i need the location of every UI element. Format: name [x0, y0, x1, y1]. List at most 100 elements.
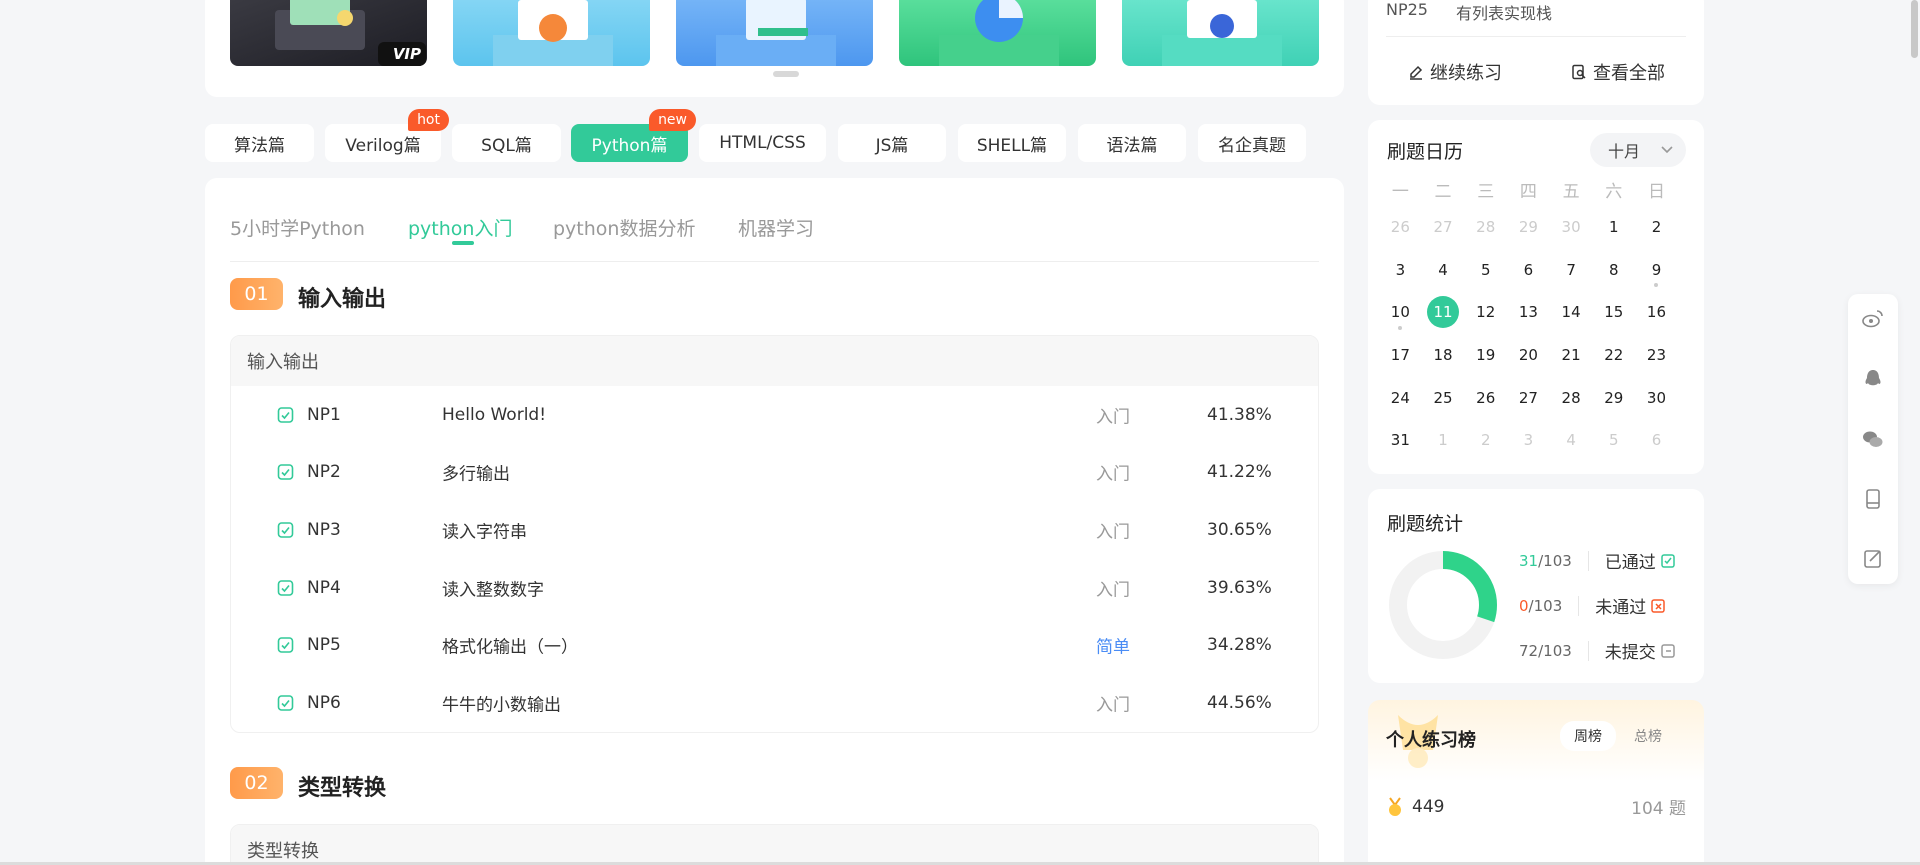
sub-tab-python-data[interactable]: python数据分析 [553, 214, 695, 241]
question-title[interactable]: 读入整数数字 [442, 575, 544, 600]
question-row[interactable]: NP3 读入字符串 入门 30.65% [231, 501, 1318, 559]
calendar-day[interactable]: 4 [1550, 419, 1593, 462]
calendar-day[interactable]: 18 [1422, 334, 1465, 377]
question-row[interactable]: NP4 读入整数数字 入门 39.63% [231, 559, 1318, 617]
rank-title: 个人练习榜 [1386, 730, 1476, 751]
question-row[interactable]: NP6 牛牛的小数输出 入门 44.56% [231, 674, 1318, 732]
calendar-day[interactable]: 28 [1464, 206, 1507, 249]
rank-tab-week[interactable]: 周榜 [1560, 721, 1616, 751]
cat-tab-python[interactable]: Python篇 new [571, 109, 696, 162]
cat-tab-html-css[interactable]: HTML/CSS [699, 124, 826, 162]
cat-tab-shell[interactable]: SHELL篇 [958, 124, 1066, 162]
calendar-day[interactable]: 12 [1464, 291, 1507, 334]
banner-image-3[interactable] [676, 0, 873, 66]
banner-image-1[interactable]: VIP [230, 0, 427, 66]
question-row[interactable]: NP2 多行输出 入门 41.22% [231, 444, 1318, 502]
question-pass-rate: 41.38% [1207, 404, 1272, 425]
question-title[interactable]: 格式化输出（一） [442, 633, 578, 658]
cat-tab-verilog[interactable]: Verilog篇 hot [325, 109, 449, 162]
calendar-day[interactable]: 20 [1507, 334, 1550, 377]
calendar-day[interactable]: 26 [1379, 206, 1422, 249]
question-row[interactable]: NP5 格式化输出（一） 简单 34.28% [231, 616, 1318, 674]
weibo-icon[interactable] [1861, 307, 1885, 331]
question-pass-rate: 39.63% [1207, 577, 1272, 598]
continue-practice-button[interactable]: 继续练习 [1408, 59, 1502, 85]
cat-tab-js[interactable]: JS篇 [838, 124, 946, 162]
calendar-day[interactable]: 23 [1635, 334, 1678, 377]
sub-tab-5h-python[interactable]: 5小时学Python [230, 214, 365, 241]
calendar-day[interactable]: 31 [1379, 419, 1422, 462]
calendar-day[interactable]: 29 [1592, 376, 1635, 419]
scrollbar-track[interactable] [1911, 0, 1920, 865]
calendar-day[interactable]: 1 [1422, 419, 1465, 462]
cat-tab-grammar[interactable]: 语法篇 [1078, 124, 1186, 162]
rank-tab-total[interactable]: 总榜 [1620, 721, 1676, 751]
personal-ranking: 个人练习榜 周榜 总榜 449 104 题 [1368, 700, 1704, 865]
calendar-day[interactable]: 3 [1507, 419, 1550, 462]
calendar-day[interactable]: 30 [1635, 376, 1678, 419]
banner-image-2[interactable] [453, 0, 650, 66]
banner-image-5[interactable] [1122, 0, 1319, 66]
calendar-day[interactable]: 16 [1635, 291, 1678, 334]
question-title[interactable]: 牛牛的小数输出 [442, 690, 561, 715]
sub-tab-ml[interactable]: 机器学习 [738, 214, 814, 241]
weekday-label: 二 [1434, 181, 1452, 202]
question-difficulty: 入门 [1096, 522, 1130, 543]
calendar-day[interactable]: 29 [1507, 206, 1550, 249]
question-difficulty: 入门 [1096, 580, 1130, 601]
mobile-icon[interactable] [1861, 487, 1885, 511]
active-tab-indicator [452, 241, 474, 245]
calendar-day[interactable]: 25 [1422, 376, 1465, 419]
calendar-day[interactable]: 15 [1592, 291, 1635, 334]
group-header: 输入输出 [231, 336, 1318, 386]
failed-label: 未通过 [1595, 598, 1647, 618]
calendar-day[interactable]: 5 [1464, 249, 1507, 292]
calendar-day[interactable]: 4 [1422, 249, 1465, 292]
calendar-day[interactable]: 7 [1550, 249, 1593, 292]
question-title[interactable]: Hello World! [442, 405, 546, 425]
calendar-day[interactable]: 8 [1592, 249, 1635, 292]
calendar-day[interactable]: 24 [1379, 376, 1422, 419]
completed-check-icon [277, 522, 294, 538]
last-question[interactable]: NP25 有列表实现栈 [1386, 0, 1552, 24]
calendar-day[interactable]: 27 [1507, 376, 1550, 419]
question-title[interactable]: 多行输出 [442, 460, 510, 485]
view-all-button[interactable]: 查看全部 [1571, 59, 1665, 85]
qq-icon[interactable] [1861, 367, 1885, 391]
calendar-day[interactable]: 17 [1379, 334, 1422, 377]
calendar-day[interactable]: 3 [1379, 249, 1422, 292]
cat-tab-sql[interactable]: SQL篇 [452, 124, 561, 162]
calendar-day[interactable]: 19 [1464, 334, 1507, 377]
feedback-icon[interactable] [1861, 547, 1885, 571]
calendar-day[interactable]: 21 [1550, 334, 1593, 377]
calendar-day[interactable]: 2 [1464, 419, 1507, 462]
calendar-day[interactable]: 1 [1592, 206, 1635, 249]
calendar-day[interactable]: 27 [1422, 206, 1465, 249]
question-pass-rate: 34.28% [1207, 635, 1272, 656]
cat-tab-algorithm[interactable]: 算法篇 [205, 124, 314, 162]
calendar-day[interactable]: 13 [1507, 291, 1550, 334]
question-title[interactable]: 读入字符串 [442, 517, 527, 542]
calendar-day[interactable]: 6 [1635, 419, 1678, 462]
calendar-day[interactable]: 10 [1379, 291, 1422, 334]
calendar-day[interactable]: 9 [1635, 249, 1678, 292]
banner-image-4[interactable] [899, 0, 1096, 66]
calendar-day[interactable]: 30 [1550, 206, 1593, 249]
month-select[interactable]: 十月 [1590, 133, 1686, 167]
question-row[interactable]: NP1 Hello World! 入门 41.38% [231, 386, 1318, 444]
calendar-day[interactable]: 6 [1507, 249, 1550, 292]
calendar-day[interactable]: 28 [1550, 376, 1593, 419]
carousel-indicator[interactable] [773, 71, 799, 77]
calendar-day[interactable]: 26 [1464, 376, 1507, 419]
calendar-day[interactable]: 5 [1592, 419, 1635, 462]
wechat-icon[interactable] [1861, 427, 1885, 451]
completed-check-icon [277, 694, 294, 711]
cat-tab-company[interactable]: 名企真题 [1198, 124, 1306, 162]
calendar-day[interactable]: 22 [1592, 334, 1635, 377]
calendar-day[interactable]: 14 [1550, 291, 1593, 334]
vip-badge: VIP [392, 45, 421, 63]
calendar-day-today[interactable]: 11 [1422, 291, 1465, 334]
sub-tab-python-intro[interactable]: python入门 [408, 214, 512, 241]
calendar-day[interactable]: 2 [1635, 206, 1678, 249]
scrollbar-thumb[interactable] [1911, 0, 1918, 58]
